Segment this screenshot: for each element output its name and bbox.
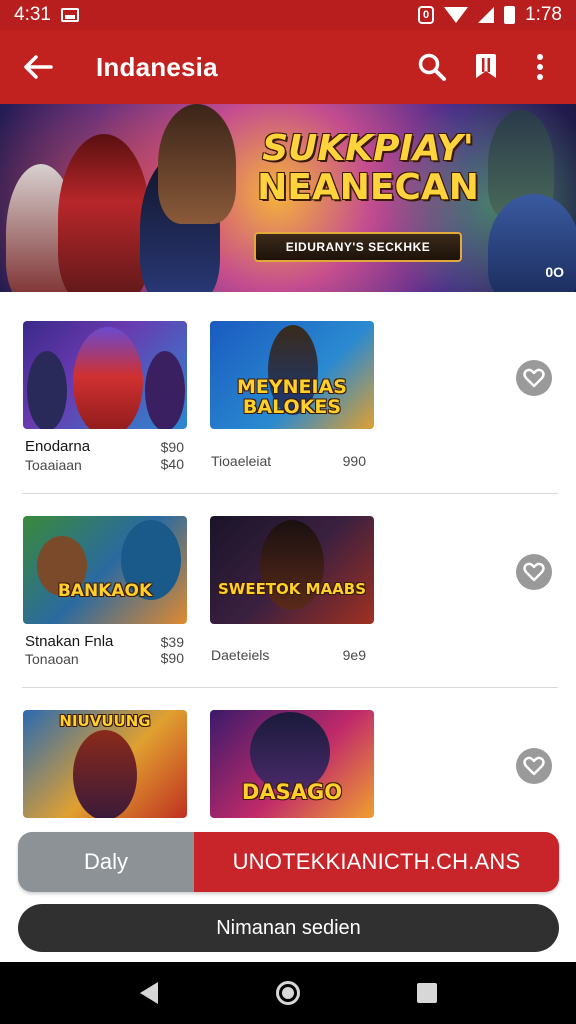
thumbnail-title: MEYNEIAS BALOKES xyxy=(237,376,347,418)
game-row: BANKAOK Stnakan Fnla Tonaoan $39 $90 SWE… xyxy=(0,486,576,680)
nav-back-button[interactable] xyxy=(119,968,179,1018)
bookmark-button[interactable] xyxy=(464,45,508,89)
favorite-button[interactable] xyxy=(516,748,552,784)
game-price-alt: $90 xyxy=(160,650,184,666)
secondary-action-button[interactable]: Nimanan sedien xyxy=(18,904,559,952)
hero-banner[interactable]: SUKKPIAY' NEANECAN EIDURANY'S SECKHKE 0O xyxy=(0,104,576,292)
back-button[interactable] xyxy=(0,30,76,104)
game-price-alt: $40 xyxy=(160,456,184,472)
game-subtitle: Daeteiels xyxy=(211,647,270,663)
search-icon xyxy=(418,53,446,81)
game-subtitle: Toaaiaan xyxy=(25,457,82,473)
thumbnail-title: DASAGO xyxy=(241,780,343,804)
back-arrow-icon xyxy=(24,55,53,79)
battery-icon xyxy=(504,6,516,24)
app-bar: Indanesia xyxy=(0,30,576,104)
favorite-button[interactable] xyxy=(516,554,552,590)
bookmark-icon xyxy=(476,54,496,78)
favorite-button[interactable] xyxy=(516,360,552,396)
main-action-button[interactable]: UNOTEKKIANICTH.CH.ANS xyxy=(194,832,559,892)
game-subtitle: Tioaeleiat xyxy=(211,453,272,469)
thumbnail-title: BANKAOK xyxy=(57,581,153,601)
game-thumbnail[interactable] xyxy=(23,321,187,429)
thumbnail-character xyxy=(73,730,137,818)
thumbnail-title: SWEETOK MAABS xyxy=(217,580,367,598)
game-thumbnail[interactable]: MEYNEIAS BALOKES xyxy=(210,321,374,429)
square-recents-icon xyxy=(416,983,437,1003)
hero-character-4 xyxy=(158,104,236,224)
heart-icon xyxy=(523,368,545,388)
nav-recents-button[interactable] xyxy=(397,968,457,1018)
game-thumbnail[interactable]: DASAGO xyxy=(210,710,374,818)
status-clock: 1:78 xyxy=(525,4,562,25)
game-row: NIUVUUNG DASAGO xyxy=(0,680,576,820)
banner-headline-line-1: SUKKPIAY' xyxy=(262,128,474,169)
game-thumbnail[interactable]: BANKAOK xyxy=(23,516,187,624)
wifi-icon xyxy=(444,7,469,23)
search-button[interactable] xyxy=(410,45,454,89)
thumbnail-character xyxy=(73,327,143,429)
game-row: Enodarna Toaaiaan $90 $40 MEYNEIAS BALOK… xyxy=(0,292,576,486)
page-title: Indanesia xyxy=(96,51,218,82)
triangle-back-icon xyxy=(140,982,159,1004)
alert-icon: 0 xyxy=(418,6,435,24)
image-notification-icon xyxy=(60,8,79,22)
game-name: Stnakan Fnla xyxy=(25,633,114,650)
game-price: $90 xyxy=(160,439,184,455)
game-thumbnail[interactable]: SWEETOK MAABS xyxy=(210,516,374,624)
signal-icon xyxy=(478,7,495,23)
heart-icon xyxy=(523,562,545,582)
game-price: 9e9 xyxy=(342,647,366,663)
game-price: 990 xyxy=(342,453,366,469)
segmented-control: Daly UNOTEKKIANICTH.CH.ANS xyxy=(18,832,559,892)
circle-home-icon xyxy=(275,981,300,1005)
game-name: Enodarna xyxy=(25,438,91,455)
more-vert-icon xyxy=(537,54,543,80)
thumbnail-title: NIUVUUNG xyxy=(59,712,151,730)
thumbnail-character xyxy=(145,351,185,429)
game-subtitle: Tonaoan xyxy=(25,651,79,667)
daily-tab[interactable]: Daly xyxy=(18,832,194,892)
banner-corner-label: 0O xyxy=(545,264,564,280)
system-nav-bar xyxy=(0,962,576,1024)
heart-icon xyxy=(523,756,545,776)
banner-ribbon: EIDURANY'S SECKHKE xyxy=(254,232,462,262)
status-time: 4:31 xyxy=(14,4,51,25)
nav-home-button[interactable] xyxy=(258,968,318,1018)
banner-headline-line-2: NEANECAN xyxy=(257,167,479,208)
banner-headline: SUKKPIAY' NEANECAN xyxy=(243,130,493,208)
hero-character-2 xyxy=(58,134,150,292)
more-options-button[interactable] xyxy=(518,45,562,89)
game-price: $39 xyxy=(160,634,184,650)
thumbnail-character xyxy=(27,351,67,429)
status-bar: 4:31 0 1:78 xyxy=(0,0,576,30)
game-thumbnail[interactable]: NIUVUUNG xyxy=(23,710,187,818)
